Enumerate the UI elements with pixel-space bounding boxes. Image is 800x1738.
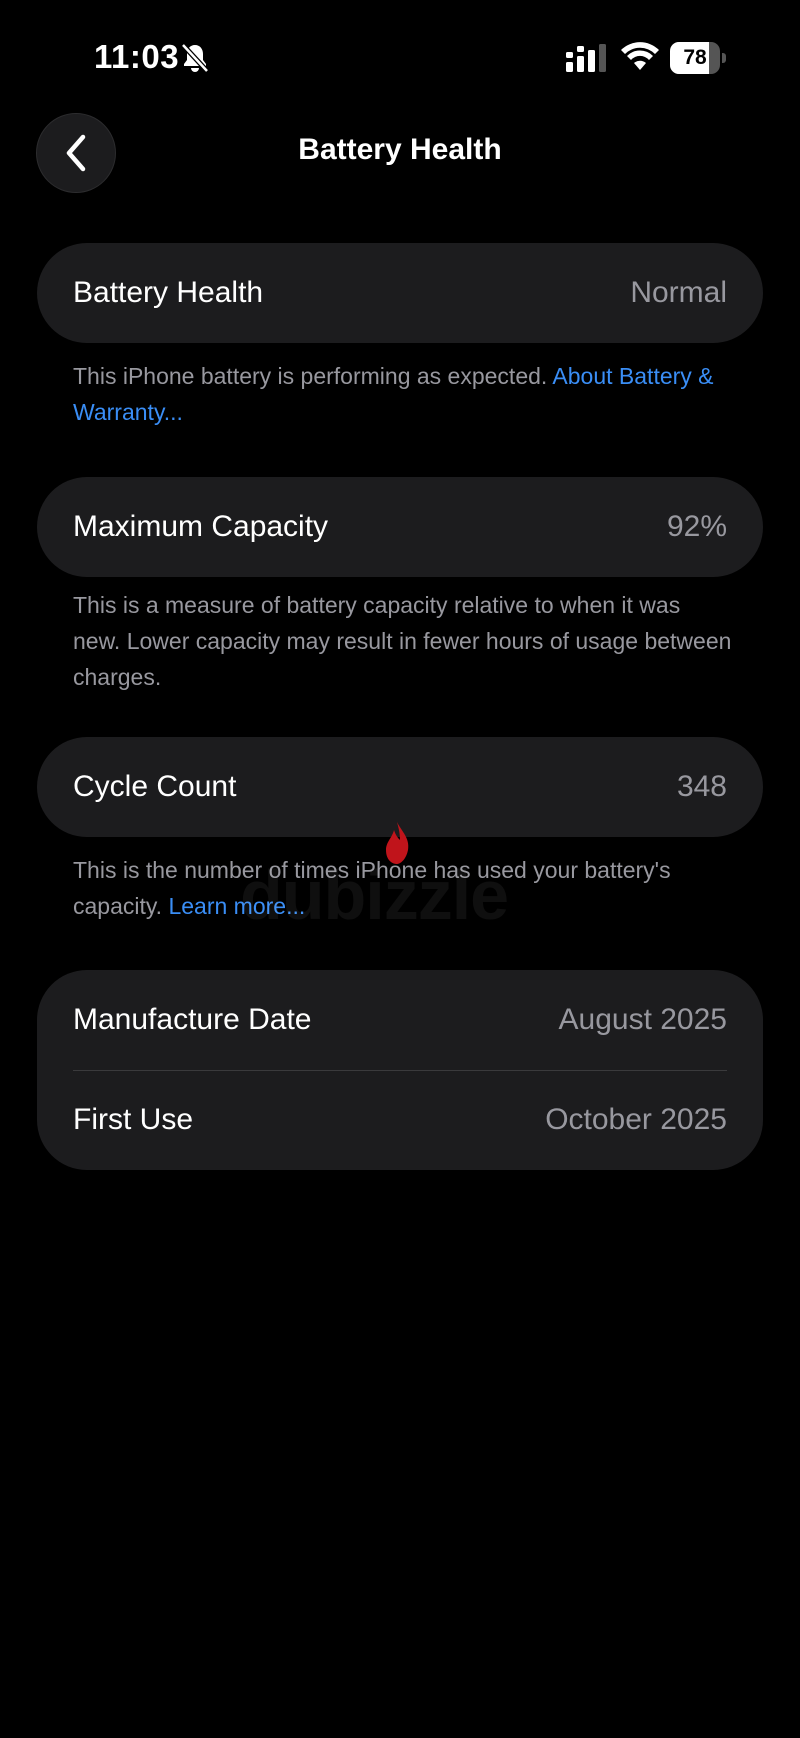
- first-use-row: First Use October 2025: [73, 1070, 727, 1170]
- battery-health-footnote: This iPhone battery is performing as exp…: [73, 358, 733, 430]
- first-use-value: October 2025: [545, 1103, 727, 1136]
- wifi-icon: [621, 42, 659, 70]
- manufacture-date-value: August 2025: [558, 1003, 727, 1036]
- first-use-label: First Use: [73, 1103, 193, 1136]
- watermark-logo: dubizzle: [240, 856, 509, 934]
- battery-icon: 78: [670, 42, 726, 74]
- maximum-capacity-card: Maximum Capacity 92%: [37, 477, 763, 577]
- battery-health-label: Battery Health: [73, 276, 264, 309]
- maximum-capacity-row: Maximum Capacity 92%: [73, 477, 727, 577]
- status-bar: 11:03 78: [0, 0, 800, 115]
- manufacture-date-label: Manufacture Date: [73, 1003, 312, 1036]
- back-button[interactable]: [36, 113, 116, 193]
- battery-health-card: Battery Health Normal: [37, 243, 763, 343]
- battery-tip: [722, 53, 726, 63]
- maximum-capacity-footnote: This is a measure of battery capacity re…: [73, 592, 732, 690]
- manufacture-date-row: Manufacture Date August 2025: [73, 970, 727, 1070]
- maximum-capacity-value: 92%: [666, 510, 727, 543]
- dates-card: Manufacture Date August 2025 First Use O…: [37, 970, 763, 1170]
- battery-health-value: Normal: [630, 276, 727, 309]
- battery-body: 78: [670, 42, 720, 74]
- maximum-capacity-label: Maximum Capacity: [73, 510, 329, 543]
- chevron-left-icon: [66, 134, 86, 172]
- status-time: 11:03: [94, 38, 180, 75]
- cellular-signal-icon: [566, 44, 606, 72]
- cycle-count-label: Cycle Count: [73, 770, 237, 803]
- battery-health-footnote-text: This iPhone battery is performing as exp…: [73, 363, 548, 389]
- battery-health-row: Battery Health Normal: [73, 243, 727, 343]
- bell-slash-icon: [181, 43, 209, 73]
- cycle-count-value: 348: [676, 770, 727, 803]
- battery-level: 78: [683, 46, 707, 69]
- page-title: Battery Health: [298, 133, 502, 166]
